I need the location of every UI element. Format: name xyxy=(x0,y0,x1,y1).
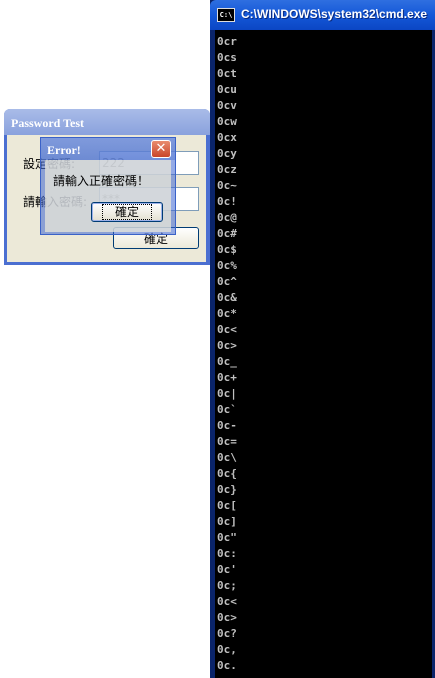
cmd-window: C:\ C:\WINDOWS\system32\cmd.exe 0cr 0cs 0c… xyxy=(210,0,435,678)
console-line: 0cw xyxy=(217,115,237,128)
console-line: 0c~ xyxy=(217,179,237,192)
console-line: 0c$ xyxy=(217,243,237,256)
console-line: 0c; xyxy=(217,579,237,592)
console-line: 0cv xyxy=(217,99,237,112)
console-line: 0cu xyxy=(217,83,237,96)
console-line: 0c* xyxy=(217,307,237,320)
console-line: 0cs xyxy=(217,51,237,64)
console-line: 0c: xyxy=(217,547,237,560)
console-line: 0cz xyxy=(217,163,237,176)
console-line: 0c! xyxy=(217,195,237,208)
console-line: 0c% xyxy=(217,259,237,272)
console-line: 0c{ xyxy=(217,467,237,480)
error-ok-button[interactable]: 確定 xyxy=(91,202,163,222)
console-line: 0cx xyxy=(217,131,237,144)
console-line: 0c^ xyxy=(217,275,237,288)
console-line: 0c< xyxy=(217,323,237,336)
console-lines: 0cr 0cs 0ct 0cu 0cv 0cw 0cx 0cy 0cz 0c~ 0c! 0c@ 0c# 0… xyxy=(217,34,237,674)
error-dialog-client: 請輸入正確密碼！ 確定 xyxy=(45,160,171,232)
console-line: 0c" xyxy=(217,531,237,544)
console-line: 0c| xyxy=(217,387,237,400)
console-line: 0c} xyxy=(217,483,237,496)
console-line: 0c< xyxy=(217,595,237,608)
console-line: 0cr xyxy=(217,35,237,48)
console-line: 0c] xyxy=(217,515,237,528)
error-dialog-title: Error! xyxy=(47,143,81,157)
console-line: 0c- xyxy=(217,419,237,432)
console-line: 0c, xyxy=(217,643,237,656)
console-line: 0c` xyxy=(217,403,237,416)
cmd-window-title: C:\WINDOWS\system32\cmd.exe xyxy=(241,7,428,21)
console-icon[interactable]: C:\ xyxy=(217,8,235,22)
error-message: 請輸入正確密碼！ xyxy=(53,174,150,188)
password-test-title: Password Test xyxy=(11,116,85,130)
error-dialog-titlebar[interactable]: Error! ✕ xyxy=(41,138,175,160)
console-line: 0c& xyxy=(217,291,237,304)
console-line: 0c# xyxy=(217,227,237,240)
error-dialog: Error! ✕ 請輸入正確密碼！ 確定 xyxy=(40,137,176,235)
console-line: 0ct xyxy=(217,67,237,80)
console-output[interactable]: 0cr 0cs 0ct 0cu 0cv 0cw 0cx 0cy 0cz 0c~ 0c! 0c@ 0c# 0… xyxy=(214,30,432,678)
close-icon[interactable]: ✕ xyxy=(151,140,171,158)
console-line: 0c@ xyxy=(217,211,237,224)
console-line: 0c. xyxy=(217,659,237,672)
console-line: 0c? xyxy=(217,627,237,640)
cmd-titlebar[interactable]: C:\ C:\WINDOWS\system32\cmd.exe xyxy=(210,0,435,30)
error-ok-label: 確定 xyxy=(101,204,152,220)
password-test-titlebar[interactable]: Password Test xyxy=(4,109,210,135)
console-line: 0c> xyxy=(217,339,237,352)
console-line: 0c> xyxy=(217,611,237,624)
console-line: 0c= xyxy=(217,435,237,448)
console-line: 0c+ xyxy=(217,371,237,384)
console-line: 0c' xyxy=(217,563,237,576)
console-line: 0c\ xyxy=(217,451,237,464)
console-line: 0c_ xyxy=(217,355,237,368)
console-line: 0cy xyxy=(217,147,237,160)
console-line: 0c[ xyxy=(217,499,237,512)
